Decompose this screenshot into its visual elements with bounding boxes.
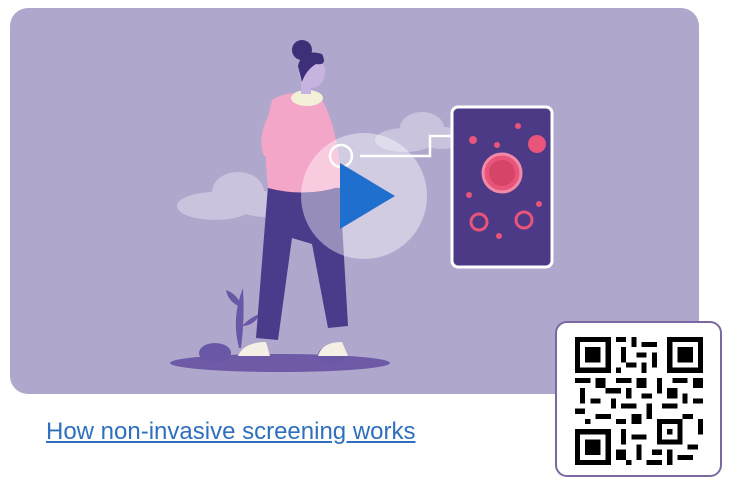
qr-code-card[interactable] bbox=[555, 321, 722, 477]
microscope-screen-panel bbox=[450, 105, 554, 269]
play-button[interactable] bbox=[301, 133, 427, 259]
video-title-link[interactable]: How non-invasive screening works bbox=[46, 418, 416, 446]
qr-code-icon bbox=[575, 337, 703, 465]
